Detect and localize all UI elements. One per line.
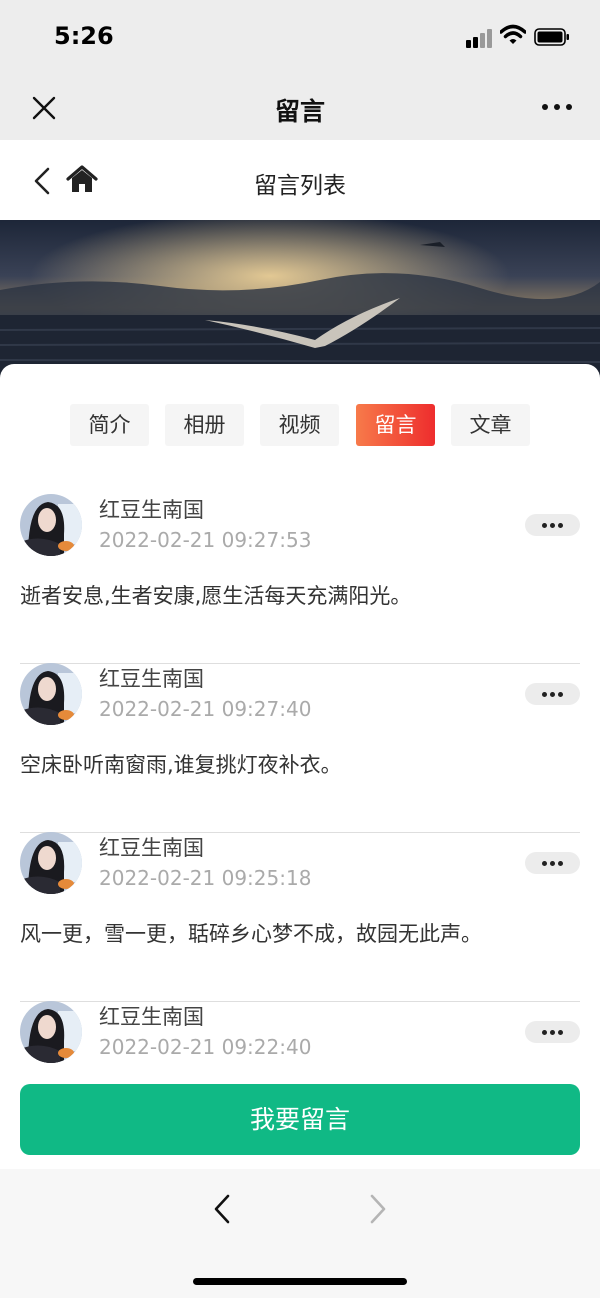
wechat-nav-bar: 留言 bbox=[0, 76, 600, 140]
message-author: 红豆生南国 bbox=[99, 836, 204, 860]
banner-image bbox=[0, 220, 600, 380]
message-item: 红豆生南国 2022-02-21 09:27:40 空床卧听南窗雨,谁复挑灯夜补… bbox=[20, 663, 580, 833]
message-more-button[interactable] bbox=[525, 514, 580, 536]
message-time: 2022-02-21 09:25:18 bbox=[99, 866, 312, 890]
message-more-button[interactable] bbox=[525, 683, 580, 705]
message-time: 2022-02-21 09:27:40 bbox=[99, 697, 312, 721]
chevron-left-icon[interactable] bbox=[210, 1193, 234, 1225]
avatar[interactable] bbox=[20, 494, 82, 556]
message-text: 风一更，雪一更，聒碎乡心梦不成，故园无此声。 bbox=[20, 922, 482, 946]
home-indicator bbox=[193, 1278, 407, 1285]
message-more-button[interactable] bbox=[525, 1021, 580, 1043]
wechat-title: 留言 bbox=[274, 97, 325, 126]
battery-icon bbox=[534, 28, 569, 46]
message-more-button[interactable] bbox=[525, 852, 580, 874]
message-time: 2022-02-21 09:22:40 bbox=[99, 1035, 312, 1059]
cellular-signal-icon bbox=[466, 28, 494, 48]
avatar[interactable] bbox=[20, 832, 82, 894]
wifi-icon bbox=[500, 24, 526, 44]
content-card: 简介 相册 视频 留言 文章 红豆生南国 2022-02-21 09:27:53… bbox=[0, 364, 600, 1170]
tab-articles[interactable]: 文章 bbox=[451, 404, 530, 446]
message-item: 红豆生南国 2022-02-21 09:25:18 风一更，雪一更，聒碎乡心梦不… bbox=[20, 832, 580, 1002]
tab-messages[interactable]: 留言 bbox=[356, 404, 435, 446]
message-time: 2022-02-21 09:27:53 bbox=[99, 528, 312, 552]
tab-video[interactable]: 视频 bbox=[260, 404, 339, 446]
tab-album[interactable]: 相册 bbox=[165, 404, 244, 446]
avatar[interactable] bbox=[20, 663, 82, 725]
tab-bar: 简介 相册 视频 留言 文章 bbox=[0, 404, 600, 446]
message-item: 红豆生南国 2022-02-21 09:27:53 逝者安息,生者安康,愿生活每… bbox=[20, 494, 580, 664]
status-bar: 5:26 bbox=[0, 0, 600, 76]
message-text: 逝者安息,生者安康,愿生活每天充满阳光。 bbox=[20, 584, 412, 608]
page-header: 留言列表 bbox=[0, 140, 600, 220]
message-author: 红豆生南国 bbox=[99, 498, 204, 522]
tab-intro[interactable]: 简介 bbox=[70, 404, 149, 446]
leave-message-button[interactable]: 我要留言 bbox=[20, 1084, 580, 1155]
status-time: 5:26 bbox=[54, 22, 114, 50]
avatar[interactable] bbox=[20, 1001, 82, 1063]
chevron-right-icon[interactable] bbox=[366, 1193, 390, 1225]
page-title: 留言列表 bbox=[254, 173, 346, 199]
bottom-toolbar bbox=[0, 1169, 600, 1298]
message-author: 红豆生南国 bbox=[99, 1005, 204, 1029]
message-author: 红豆生南国 bbox=[99, 667, 204, 691]
message-text: 空床卧听南窗雨,谁复挑灯夜补衣。 bbox=[20, 753, 342, 777]
more-icon[interactable] bbox=[540, 102, 574, 112]
